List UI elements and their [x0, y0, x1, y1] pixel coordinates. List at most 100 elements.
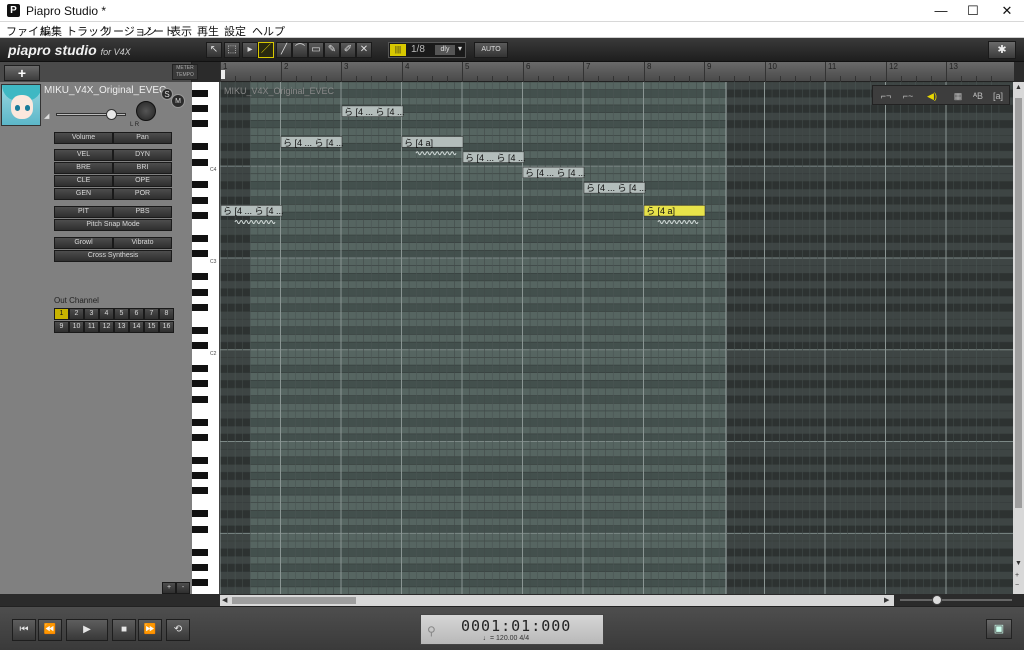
image-icon[interactable]: ▣: [986, 619, 1012, 639]
play-icon[interactable]: ▶: [66, 619, 108, 641]
bri-button[interactable]: BRI: [113, 162, 172, 174]
out-channel-16[interactable]: 16: [159, 321, 174, 333]
black-key[interactable]: [192, 235, 208, 242]
zoom-slider-handle[interactable]: [932, 595, 942, 605]
menu-playback[interactable]: 再生: [197, 23, 219, 39]
black-key[interactable]: [192, 250, 208, 258]
pan-knob[interactable]: [136, 101, 156, 121]
black-key[interactable]: [192, 456, 208, 464]
zoom-in-icon[interactable]: +: [1015, 572, 1019, 579]
mute-tool-icon[interactable]: ✐: [340, 42, 356, 58]
dyn-button[interactable]: DYN: [113, 149, 172, 161]
playhead-marker[interactable]: [221, 70, 225, 79]
cle-button[interactable]: CLE: [54, 175, 113, 187]
horizontal-scroll-thumb[interactable]: [232, 597, 356, 604]
step-icon[interactable]: ⌐¬: [879, 89, 893, 103]
out-channel-13[interactable]: 13: [114, 321, 129, 333]
black-key[interactable]: [192, 212, 208, 220]
vibrato-button[interactable]: Vibrato: [113, 237, 172, 249]
fast-forward-icon[interactable]: ⏩: [138, 619, 162, 641]
meter-tempo-button[interactable]: METER TEMPO: [172, 64, 198, 80]
cross-synthesis-button[interactable]: Cross Synthesis: [54, 250, 172, 262]
black-key[interactable]: [192, 380, 208, 388]
black-key[interactable]: [192, 418, 208, 426]
pbs-button[interactable]: PBS: [113, 206, 172, 218]
volume-slider-handle[interactable]: [106, 109, 117, 120]
add-track-button[interactable]: +: [4, 65, 40, 81]
split-tool-icon[interactable]: ▸: [242, 42, 258, 58]
zoom-out-icon[interactable]: −: [1015, 582, 1019, 589]
ope-button[interactable]: OPE: [113, 175, 172, 187]
out-channel-4[interactable]: 4: [99, 308, 114, 320]
note-lyric[interactable]: ら [4 ... ら [4 ...: [465, 153, 526, 163]
menu-help[interactable]: ヘルプ: [252, 23, 285, 39]
stop-icon[interactable]: ■: [112, 619, 136, 641]
piano-keyboard[interactable]: C4 C3 C2: [192, 82, 220, 594]
note-lyric[interactable]: ら [4 ... ら [4 ...: [223, 206, 284, 216]
ab-icon[interactable]: ᴬB: [971, 89, 985, 103]
bre-button[interactable]: BRE: [54, 162, 113, 174]
a-bracket-icon[interactable]: [a]: [991, 89, 1005, 103]
select-tool-icon[interactable]: ⬚: [224, 42, 240, 58]
out-channel-7[interactable]: 7: [144, 308, 159, 320]
vertical-scrollbar[interactable]: ▲ ▼ + −: [1013, 82, 1024, 594]
black-key[interactable]: [192, 158, 208, 166]
black-key[interactable]: [192, 548, 208, 556]
black-key[interactable]: [192, 472, 208, 480]
collapse-arrow-icon[interactable]: ◢: [44, 112, 49, 120]
volume-button[interactable]: Volume: [54, 132, 113, 144]
gen-button[interactable]: GEN: [54, 188, 113, 200]
black-key[interactable]: [192, 342, 208, 350]
settings-gear-icon[interactable]: ✱: [988, 41, 1016, 59]
black-key[interactable]: [192, 303, 208, 311]
curve-icon[interactable]: ⌐~: [901, 89, 915, 103]
line-tool-icon[interactable]: ╱: [276, 42, 292, 58]
song-position[interactable]: 0001:01:000: [461, 617, 571, 635]
black-key[interactable]: [192, 395, 208, 403]
out-channel-12[interactable]: 12: [99, 321, 114, 333]
black-key[interactable]: [192, 89, 208, 97]
black-key[interactable]: [192, 181, 208, 189]
note-lyric[interactable]: ら [4 a]: [646, 206, 675, 216]
horizontal-scrollbar[interactable]: ◀ ▶: [220, 595, 894, 606]
out-channel-14[interactable]: 14: [129, 321, 144, 333]
pit-button[interactable]: PIT: [54, 206, 113, 218]
note-lyric[interactable]: ら [4 ... ら [4 ...: [283, 138, 344, 148]
eraser-tool-icon[interactable]: ▭: [308, 42, 324, 58]
minimize-button[interactable]: —: [924, 0, 958, 22]
note-lyric[interactable]: ら [4 ... ら [4 ...: [525, 168, 586, 178]
tempo-signature[interactable]: ♩= 120.00 4/4: [483, 635, 529, 642]
quantize-select[interactable]: ||| 1/8 dly ▾: [388, 42, 466, 58]
note-lyric[interactable]: ら [4 ... ら [4 ...: [586, 183, 647, 193]
black-key[interactable]: [192, 579, 208, 587]
out-channel-10[interactable]: 10: [69, 321, 84, 333]
scroll-up-icon[interactable]: ▲: [1015, 84, 1022, 91]
black-key[interactable]: [192, 510, 208, 518]
vel-button[interactable]: VEL: [54, 149, 113, 161]
black-key[interactable]: [192, 433, 208, 441]
scroll-right-icon[interactable]: ▶: [884, 596, 889, 604]
out-channel-15[interactable]: 15: [144, 321, 159, 333]
out-channel-2[interactable]: 2: [69, 308, 84, 320]
measure-ruler[interactable]: 1 2 3 4 5 6 7 8 9 10 11 12 13: [220, 62, 1014, 82]
pitch-snap-mode-button[interactable]: Pitch Snap Mode: [54, 219, 172, 231]
black-key[interactable]: [192, 326, 208, 334]
pointer-tool-icon[interactable]: ↖: [206, 42, 222, 58]
vertical-scroll-thumb[interactable]: [1015, 98, 1022, 508]
growl-button[interactable]: Growl: [54, 237, 113, 249]
draw-tool-icon[interactable]: ／: [258, 42, 274, 58]
close-button[interactable]: ✕: [990, 0, 1024, 22]
out-channel-1[interactable]: 1: [54, 308, 69, 320]
scroll-down-icon[interactable]: ▼: [1015, 560, 1022, 567]
out-channel-6[interactable]: 6: [129, 308, 144, 320]
black-key[interactable]: [192, 365, 208, 373]
out-channel-11[interactable]: 11: [84, 321, 99, 333]
out-channel-8[interactable]: 8: [159, 308, 174, 320]
curve-tool-icon[interactable]: ⌒: [292, 42, 308, 58]
black-key[interactable]: [192, 288, 208, 296]
note-lyric[interactable]: ら [4 a]: [404, 138, 433, 148]
speaker-icon[interactable]: ◀): [925, 89, 939, 103]
grid-icon[interactable]: ▦: [951, 89, 965, 103]
note-lyric[interactable]: ら [4 ... ら [4 ...: [344, 107, 405, 117]
black-key[interactable]: [192, 120, 208, 128]
